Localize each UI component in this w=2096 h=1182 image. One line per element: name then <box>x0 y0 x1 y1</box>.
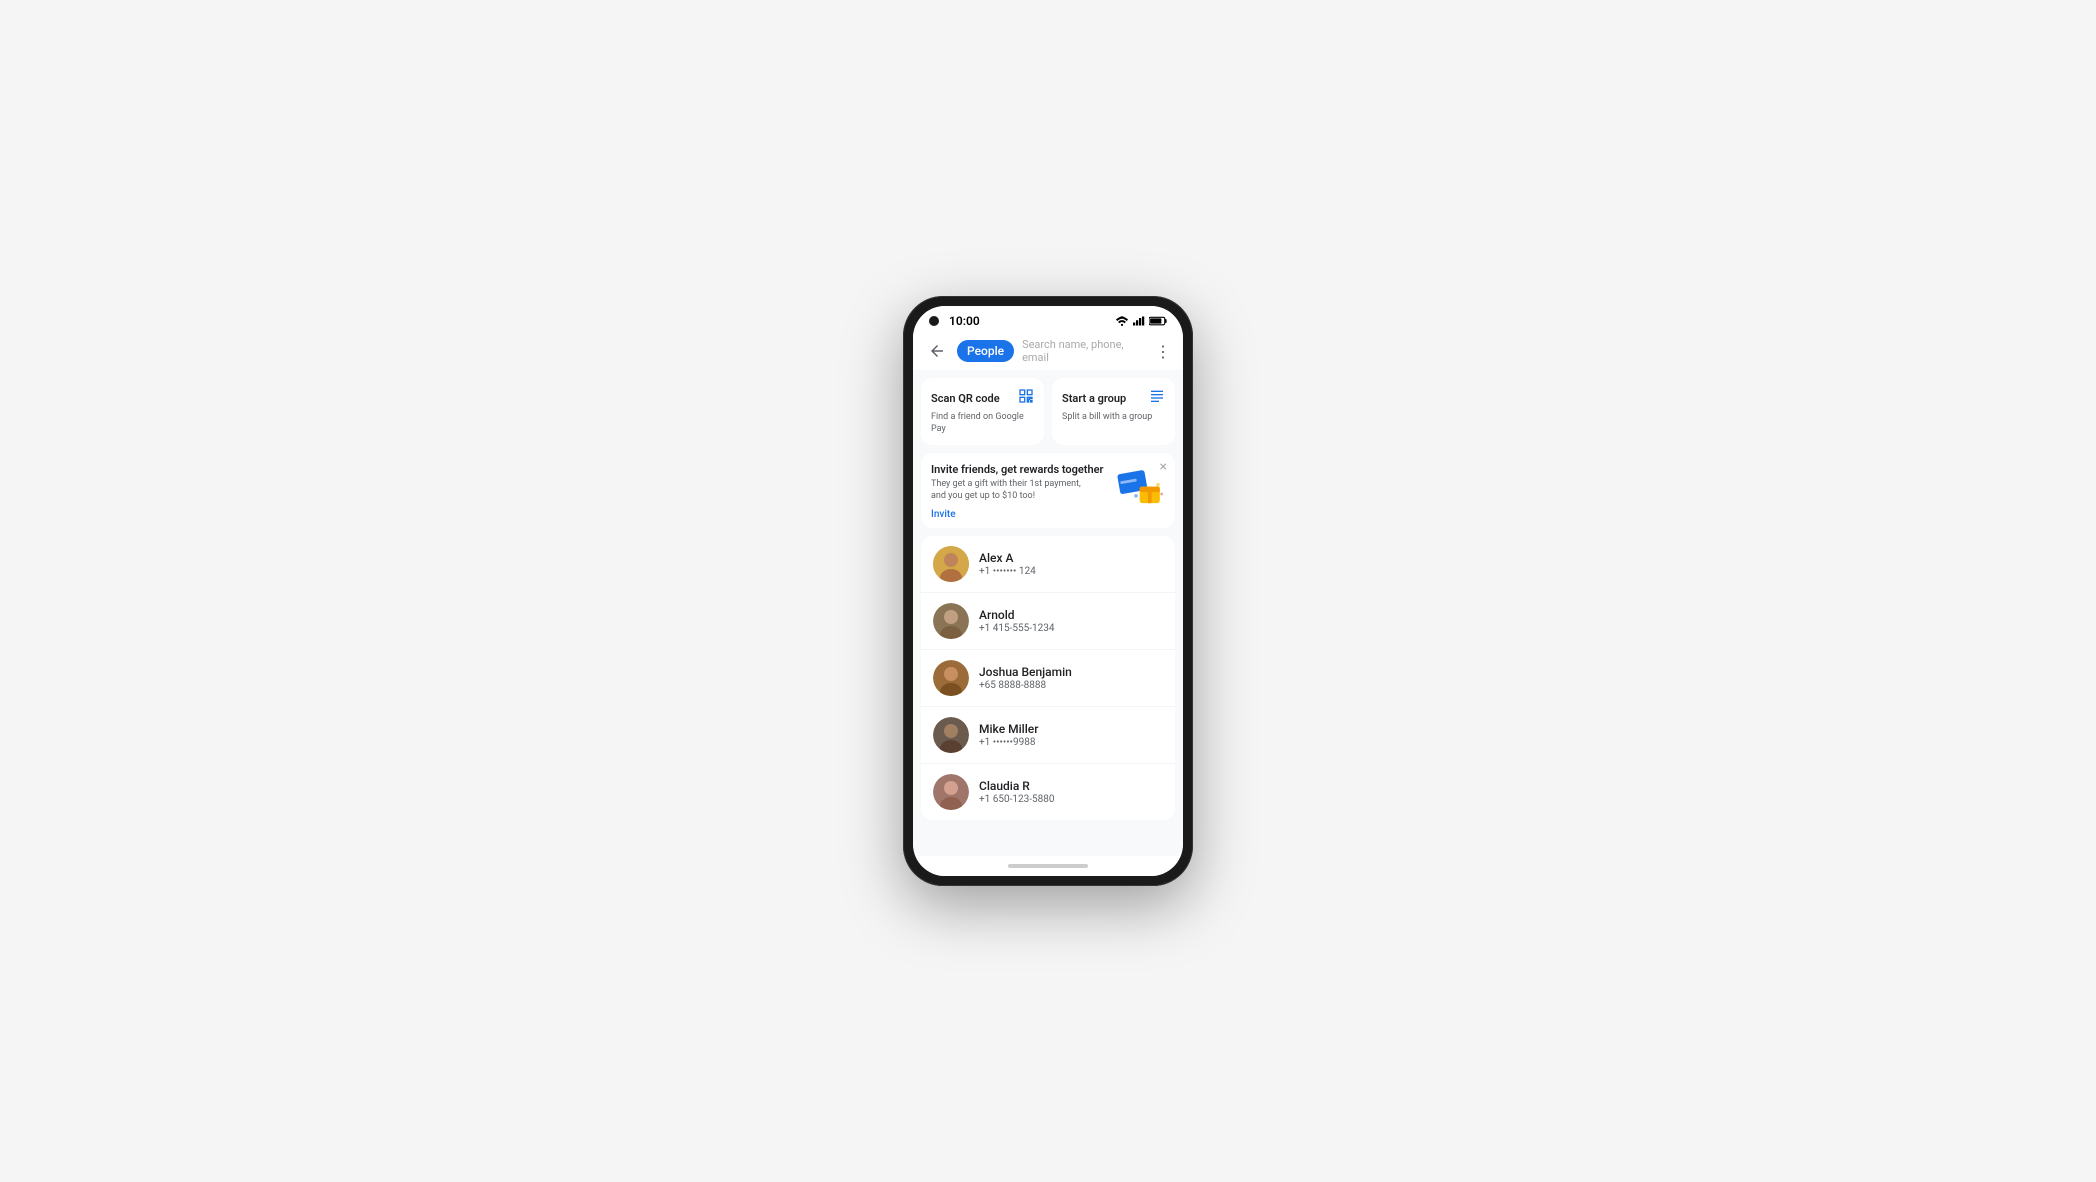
contact-name: Arnold <box>979 608 1163 622</box>
contact-phone: +1 650-123-5880 <box>979 794 1163 805</box>
top-bar: People Search name, phone, email ⋮ <box>913 332 1183 370</box>
contact-info: Joshua Benjamin +65 8888-8888 <box>979 665 1163 691</box>
contact-item[interactable]: Arnold +1 415-555-1234 <box>921 593 1175 650</box>
contact-name: Claudia R <box>979 779 1163 793</box>
home-indicator <box>913 856 1183 876</box>
invite-banner: × Invite friends, get rewards together T… <box>921 453 1175 527</box>
action-cards: Scan QR code <box>921 378 1175 445</box>
contact-info: Alex A +1 ••••••• 124 <box>979 551 1163 577</box>
qr-icon <box>1018 388 1034 408</box>
back-button[interactable] <box>925 339 949 363</box>
scan-qr-card[interactable]: Scan QR code <box>921 378 1044 445</box>
status-time: 10:00 <box>949 314 980 328</box>
contact-item[interactable]: Joshua Benjamin +65 8888-8888 <box>921 650 1175 707</box>
list-icon <box>1149 388 1165 408</box>
avatar <box>933 546 969 582</box>
contact-name: Joshua Benjamin <box>979 665 1163 679</box>
invite-illustration <box>1114 461 1169 516</box>
more-button[interactable]: ⋮ <box>1155 342 1171 361</box>
contact-item[interactable]: Alex A +1 ••••••• 124 <box>921 536 1175 593</box>
signal-icon <box>1133 316 1145 326</box>
contacts-list: Alex A +1 ••••••• 124 Arnold <box>921 536 1175 820</box>
contact-name: Mike Miller <box>979 722 1163 736</box>
start-group-desc: Split a bill with a group <box>1062 412 1165 424</box>
invite-desc: They get a gift with their 1st payment, … <box>931 479 1083 502</box>
scan-qr-desc: Find a friend on Google Pay <box>931 412 1034 435</box>
search-field[interactable]: Search name, phone, email <box>1022 338 1147 364</box>
scan-qr-title: Scan QR code <box>931 392 1000 405</box>
avatar <box>933 660 969 696</box>
wifi-icon <box>1115 316 1129 326</box>
people-tab[interactable]: People <box>957 340 1014 362</box>
phone-device: 10:00 <box>903 296 1193 886</box>
contact-info: Mike Miller +1 ••••••9988 <box>979 722 1163 748</box>
contact-phone: +1 ••••••• 124 <box>979 566 1163 577</box>
contact-phone: +1 ••••••9988 <box>979 737 1163 748</box>
start-group-card[interactable]: Start a group Split a bill with a group <box>1052 378 1175 445</box>
screen-content: Scan QR code <box>913 370 1183 856</box>
avatar <box>933 717 969 753</box>
home-bar <box>1008 864 1088 868</box>
contact-info: Claudia R +1 650-123-5880 <box>979 779 1163 805</box>
status-bar: 10:00 <box>913 306 1183 332</box>
contact-item[interactable]: Claudia R +1 650-123-5880 <box>921 764 1175 820</box>
phone-screen: 10:00 <box>913 306 1183 876</box>
battery-icon <box>1149 316 1167 326</box>
avatar <box>933 603 969 639</box>
contact-info: Arnold +1 415-555-1234 <box>979 608 1163 634</box>
start-group-title: Start a group <box>1062 392 1126 405</box>
camera-notch <box>929 316 939 326</box>
contact-phone: +65 8888-8888 <box>979 680 1163 691</box>
contact-phone: +1 415-555-1234 <box>979 623 1163 634</box>
avatar <box>933 774 969 810</box>
status-icons <box>1115 316 1167 326</box>
contact-item[interactable]: Mike Miller +1 ••••••9988 <box>921 707 1175 764</box>
contact-name: Alex A <box>979 551 1163 565</box>
